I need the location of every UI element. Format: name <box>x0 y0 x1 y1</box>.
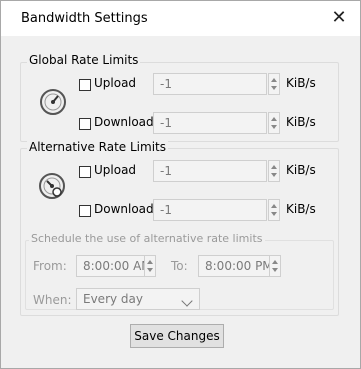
global-upload-checkbox[interactable] <box>79 79 91 91</box>
global-upload-label: Upload <box>94 76 137 90</box>
from-time-input[interactable]: 8:00:00 AM <box>76 255 154 277</box>
to-label: To: <box>171 259 188 273</box>
save-changes-button[interactable]: Save Changes <box>130 324 224 348</box>
turtle-speedometer-icon <box>39 173 65 199</box>
close-icon[interactable]: ✕ <box>328 7 350 29</box>
alternative-upload-checkbox[interactable] <box>79 166 91 178</box>
alternative-upload-input[interactable]: -1 <box>153 160 267 182</box>
dialog-title: Bandwidth Settings <box>21 11 148 26</box>
alternative-download-stepper[interactable] <box>268 199 280 221</box>
when-select-value: Every day <box>83 292 143 306</box>
alternative-download-input[interactable]: -1 <box>153 199 267 221</box>
schedule-title: Schedule the use of alternative rate lim… <box>29 232 265 245</box>
from-time-stepper[interactable] <box>144 255 156 277</box>
from-label: From: <box>33 259 67 273</box>
alternative-upload-stepper[interactable] <box>268 160 280 182</box>
global-upload-stepper[interactable] <box>268 73 280 95</box>
when-label: When: <box>33 293 72 307</box>
bandwidth-settings-dialog: Bandwidth Settings ✕ Global Rate Limits … <box>0 0 361 369</box>
alternative-upload-label: Upload <box>94 163 137 177</box>
alternative-download-checkbox[interactable] <box>79 205 91 217</box>
speedometer-icon <box>40 89 66 115</box>
global-upload-input[interactable]: -1 <box>153 73 267 95</box>
alternative-download-unit: KiB/s <box>286 202 316 216</box>
to-time-input[interactable]: 8:00:00 PM <box>198 255 276 277</box>
global-rate-limits-title: Global Rate Limits <box>27 53 141 67</box>
alternative-rate-limits-title: Alternative Rate Limits <box>27 140 168 154</box>
title-bar: Bandwidth Settings ✕ <box>1 1 360 36</box>
global-upload-unit: KiB/s <box>286 76 316 90</box>
chevron-down-icon <box>181 295 193 307</box>
global-download-stepper[interactable] <box>268 112 280 134</box>
alternative-upload-unit: KiB/s <box>286 163 316 177</box>
when-select[interactable]: Every day <box>76 288 200 310</box>
alternative-download-label: Download <box>94 202 154 216</box>
global-download-label: Download <box>94 115 154 129</box>
global-download-checkbox[interactable] <box>79 118 91 130</box>
global-download-input[interactable]: -1 <box>153 112 267 134</box>
global-download-unit: KiB/s <box>286 115 316 129</box>
to-time-stepper[interactable] <box>269 255 281 277</box>
